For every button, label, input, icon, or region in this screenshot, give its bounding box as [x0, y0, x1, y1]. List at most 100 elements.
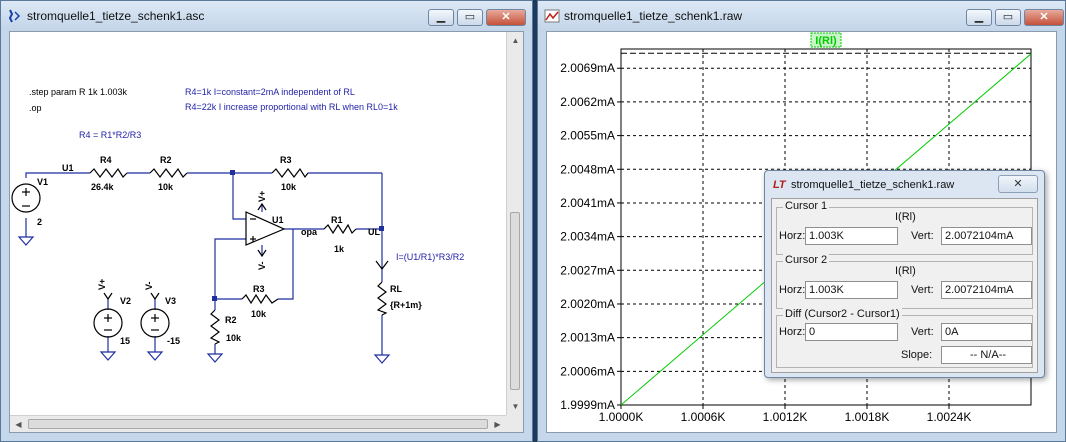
junctions	[212, 170, 384, 301]
diff-label: Diff (Cursor2 - Cursor1)	[783, 308, 902, 320]
resistor-r3-top[interactable]	[271, 167, 309, 179]
schematic-horizontal-scrollbar[interactable]: ◀ ▶	[10, 415, 506, 432]
ground-icon	[17, 236, 35, 246]
y-tick-label: 2.0006mA	[560, 364, 615, 378]
label-r4: R4	[100, 155, 112, 165]
resistor-r2-bottom[interactable]	[209, 309, 221, 345]
horizontal-scroll-thumb[interactable]	[28, 419, 488, 429]
cursor2-horz-label: Horz:	[779, 284, 806, 296]
y-tick-label: 2.0055mA	[560, 129, 615, 143]
cursor2-vert-field[interactable]: 2.0072104mA	[941, 281, 1032, 299]
label-v1: V1	[37, 177, 48, 187]
plot-title: stromquelle1_tietze_schenk1.raw	[564, 9, 743, 23]
y-tick-label: 2.0034mA	[560, 230, 615, 244]
scroll-up-icon[interactable]: ▲	[507, 32, 524, 49]
cursor1-horz-field[interactable]: 1.003K	[805, 227, 898, 245]
ground-icon	[99, 351, 117, 361]
label-r1: R1	[331, 215, 343, 225]
resistor-r4[interactable]	[89, 167, 128, 178]
value-r1: 1k	[334, 244, 345, 254]
scroll-right-icon[interactable]: ▶	[489, 416, 506, 433]
comment-line1: R4=1k I=constant=2mA independent of RL	[185, 87, 355, 97]
net-label-u1: U1	[62, 163, 74, 173]
value-rl: {R+1m}	[390, 300, 422, 310]
diff-slope-field[interactable]: -- N/A--	[941, 346, 1032, 364]
diff-vert-field[interactable]: 0A	[941, 323, 1032, 341]
close-button[interactable]: ✕	[486, 9, 526, 26]
diff-vert-label: Vert:	[911, 326, 934, 338]
cursor2-group: Cursor 2 I(Rl) Horz: 1.003K Vert: 2.0072…	[776, 254, 1033, 309]
y-tick-label: 2.0020mA	[560, 297, 615, 311]
schematic-title: stromquelle1_tietze_schenk1.asc	[27, 9, 205, 23]
ground-icon	[373, 354, 391, 364]
cursor1-horz-label: Horz:	[779, 230, 806, 242]
diff-horz-label: Horz:	[779, 326, 806, 338]
schematic-vertical-scrollbar[interactable]: ▲ ▼	[506, 32, 523, 415]
cursor-dialog-close-button[interactable]: ✕	[998, 175, 1038, 193]
voltage-source-v1[interactable]	[11, 183, 41, 213]
diff-slope-label: Slope:	[901, 349, 933, 361]
plot-titlebar[interactable]: stromquelle1_tietze_schenk1.raw ▁ ▭ ✕	[538, 1, 1065, 31]
cursor1-vert-field[interactable]: 2.0072104mA	[941, 227, 1032, 245]
comment-current: I=(U1/R1)*R3/R2	[396, 252, 464, 262]
x-tick-label: 1.0006K	[681, 410, 726, 424]
net-label-opa: opa	[301, 227, 318, 237]
label-r3-feedback: R3	[253, 284, 265, 294]
net-label-vplus-opamp: V+	[257, 191, 267, 202]
net-label-vminus: V-	[144, 281, 154, 290]
schematic-canvas[interactable]: .step param R 1k 1.003k .op R4=1k I=cons…	[9, 31, 524, 433]
close-button[interactable]: ✕	[1024, 9, 1064, 26]
resistor-r3-feedback[interactable]	[241, 293, 279, 305]
value-r2-bottom: 10k	[226, 333, 242, 343]
x-tick-label: 1.0018K	[845, 410, 890, 424]
voltage-source-v2[interactable]	[93, 308, 123, 338]
value-v3: -15	[167, 336, 180, 346]
cursor-dialog-body: Cursor 1 I(Rl) Horz: 1.003K Vert: 2.0072…	[771, 198, 1038, 373]
y-tick-label: 2.0062mA	[560, 95, 615, 109]
resistor-rl[interactable]	[376, 281, 388, 316]
vertical-scroll-thumb[interactable]	[510, 212, 520, 390]
waveform-app-icon	[544, 9, 560, 23]
y-tick-label: 2.0027mA	[560, 263, 615, 277]
minimize-button[interactable]: ▁	[428, 9, 454, 26]
maximize-button[interactable]: ▭	[995, 9, 1021, 26]
y-tick-label: 2.0069mA	[560, 61, 615, 75]
schematic-window: stromquelle1_tietze_schenk1.asc ▁ ▭ ✕ .s…	[0, 0, 533, 442]
cursor2-label: Cursor 2	[783, 254, 830, 266]
scroll-left-icon[interactable]: ◀	[10, 416, 27, 433]
x-tick-label: 1.0000K	[599, 410, 644, 424]
net-label-vplus: V+	[97, 279, 107, 290]
diff-horz-field[interactable]: 0	[805, 323, 898, 341]
resistor-r2-top[interactable]	[149, 167, 188, 178]
ground-icon	[146, 351, 164, 361]
vplus-flag-icon	[103, 292, 113, 301]
x-tick-label: 1.0024K	[927, 410, 972, 424]
diff-group: Diff (Cursor2 - Cursor1) Horz: 0 Vert: 0…	[776, 308, 1033, 368]
cursor2-horz-field[interactable]: 1.003K	[805, 281, 898, 299]
comment-line2: R4=22k I increase proportional with RL w…	[185, 102, 398, 112]
vminus-flag-icon	[150, 292, 160, 301]
cursor2-trace: I(Rl)	[895, 265, 916, 277]
value-v2: 15	[120, 336, 130, 346]
label-u1: U1	[272, 215, 284, 225]
voltage-source-v3[interactable]	[140, 308, 170, 338]
step-directive[interactable]: .step param R 1k 1.003k	[29, 87, 128, 97]
cursor-dialog: LT stromquelle1_tietze_schenk1.raw ✕ Cur…	[764, 170, 1045, 378]
y-tick-label: 2.0013mA	[560, 331, 615, 345]
schematic-titlebar[interactable]: stromquelle1_tietze_schenk1.asc ▁ ▭ ✕	[1, 1, 532, 31]
cursor2-vert-label: Vert:	[911, 284, 934, 296]
scroll-corner	[506, 415, 523, 432]
y-tick-label: 2.0041mA	[560, 196, 615, 210]
y-tick-label: 2.0048mA	[560, 162, 615, 176]
label-r3-top: R3	[280, 155, 292, 165]
cursor-dialog-title: stromquelle1_tietze_schenk1.raw	[791, 179, 955, 191]
op-directive[interactable]: .op	[29, 103, 42, 113]
x-tick-label: 1.0012K	[763, 410, 808, 424]
minimize-button[interactable]: ▁	[966, 9, 992, 26]
cursor1-label: Cursor 1	[783, 200, 830, 212]
comment-formula: R4 = R1*R2/R3	[79, 130, 141, 140]
maximize-button[interactable]: ▭	[457, 9, 483, 26]
legend-label-irl[interactable]: I(Rl)	[815, 35, 837, 47]
resistor-r1[interactable]	[323, 223, 357, 235]
scroll-down-icon[interactable]: ▼	[507, 398, 524, 415]
